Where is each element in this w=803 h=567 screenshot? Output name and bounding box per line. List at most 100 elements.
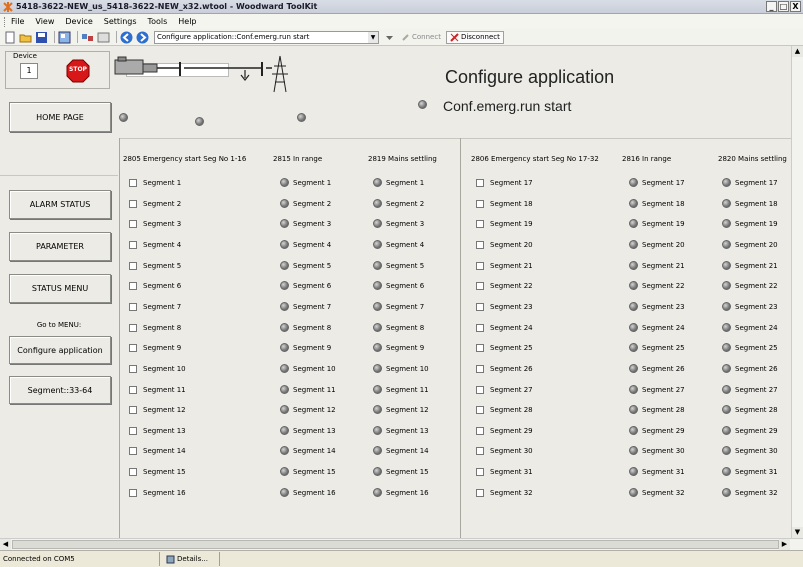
- checkbox[interactable]: [129, 178, 137, 187]
- menu-help[interactable]: Help: [178, 17, 196, 26]
- new-icon[interactable]: [3, 31, 16, 44]
- segment-checkbox[interactable]: Segment 21: [476, 260, 533, 271]
- segment-checkbox[interactable]: Segment 4: [129, 239, 181, 250]
- checkbox[interactable]: [129, 240, 137, 249]
- back-icon[interactable]: [120, 31, 133, 44]
- segment-checkbox[interactable]: Segment 25: [476, 342, 533, 353]
- segment-checkbox[interactable]: Segment 24: [476, 322, 533, 333]
- segment-checkbox[interactable]: Segment 27: [476, 384, 533, 395]
- checkbox[interactable]: [476, 240, 484, 249]
- checkbox[interactable]: [129, 446, 137, 455]
- checkbox[interactable]: [129, 261, 137, 270]
- checkbox[interactable]: [476, 364, 484, 373]
- checkbox[interactable]: [476, 405, 484, 414]
- checkbox[interactable]: [129, 385, 137, 394]
- segment-checkbox[interactable]: Segment 8: [129, 322, 181, 333]
- menu-view[interactable]: View: [35, 17, 54, 26]
- checkbox[interactable]: [476, 446, 484, 455]
- save-icon[interactable]: [35, 31, 48, 44]
- segment-checkbox[interactable]: Segment 26: [476, 363, 533, 374]
- segment-checkbox[interactable]: Segment 29: [476, 425, 533, 436]
- checkbox[interactable]: [129, 323, 137, 332]
- device-number-field[interactable]: 1: [20, 63, 38, 79]
- sheet-icon[interactable]: [58, 31, 71, 44]
- connect-button[interactable]: Connect: [401, 33, 441, 42]
- menu-file[interactable]: File: [11, 17, 24, 26]
- segment-checkbox[interactable]: Segment 32: [476, 487, 533, 498]
- checkbox[interactable]: [476, 281, 484, 290]
- scroll-thumb[interactable]: [12, 540, 779, 549]
- page-select[interactable]: Configure application::Conf.emerg.run st…: [154, 30, 379, 44]
- checkbox[interactable]: [476, 302, 484, 311]
- checkbox[interactable]: [476, 385, 484, 394]
- details-button[interactable]: Details...: [160, 552, 220, 566]
- segment-checkbox[interactable]: Segment 3: [129, 218, 181, 229]
- checkbox[interactable]: [129, 467, 137, 476]
- checkbox[interactable]: [129, 199, 137, 208]
- checkbox[interactable]: [476, 219, 484, 228]
- checkbox[interactable]: [129, 219, 137, 228]
- segment-checkbox[interactable]: Segment 15: [129, 466, 186, 477]
- segment-checkbox[interactable]: Segment 22: [476, 280, 533, 291]
- horizontal-scrollbar[interactable]: ◀ ▶: [0, 538, 803, 550]
- checkbox[interactable]: [476, 467, 484, 476]
- checkbox[interactable]: [476, 426, 484, 435]
- segment-checkbox[interactable]: Segment 16: [129, 487, 186, 498]
- open-icon[interactable]: [19, 31, 32, 44]
- stop-icon[interactable]: STOP: [66, 59, 90, 83]
- segment-checkbox[interactable]: Segment 30: [476, 445, 533, 456]
- alarm-status-button[interactable]: ALARM STATUS: [9, 190, 111, 219]
- segment-checkbox[interactable]: Segment 14: [129, 445, 186, 456]
- checkbox[interactable]: [476, 488, 484, 497]
- checkbox[interactable]: [129, 302, 137, 311]
- checkbox[interactable]: [129, 488, 137, 497]
- scroll-left-icon[interactable]: ◀: [0, 539, 11, 550]
- scroll-right-icon[interactable]: ▶: [779, 539, 790, 550]
- segment-checkbox[interactable]: Segment 17: [476, 177, 533, 188]
- segment-checkbox[interactable]: Segment 20: [476, 239, 533, 250]
- segment-checkbox[interactable]: Segment 10: [129, 363, 186, 374]
- checkbox[interactable]: [129, 426, 137, 435]
- checkbox[interactable]: [476, 178, 484, 187]
- status-menu-button[interactable]: STATUS MENU: [9, 274, 111, 303]
- scroll-up-icon[interactable]: ▲: [792, 46, 803, 57]
- checkbox[interactable]: [129, 405, 137, 414]
- minimize-button[interactable]: _: [766, 1, 777, 12]
- segment-33-64-button[interactable]: Segment::33-64: [9, 376, 111, 404]
- maximize-button[interactable]: □: [778, 1, 789, 12]
- forward-icon[interactable]: [136, 31, 149, 44]
- segment-checkbox[interactable]: Segment 18: [476, 198, 533, 209]
- menu-settings[interactable]: Settings: [104, 17, 137, 26]
- network-icon[interactable]: [81, 31, 94, 44]
- checkbox[interactable]: [476, 261, 484, 270]
- segment-checkbox[interactable]: Segment 2: [129, 198, 181, 209]
- window-icon[interactable]: [97, 31, 110, 44]
- segment-checkbox[interactable]: Segment 6: [129, 280, 181, 291]
- segment-checkbox[interactable]: Segment 12: [129, 404, 186, 415]
- segment-checkbox[interactable]: Segment 19: [476, 218, 533, 229]
- menu-tools[interactable]: Tools: [148, 17, 168, 26]
- segment-checkbox[interactable]: Segment 31: [476, 466, 533, 477]
- checkbox[interactable]: [476, 199, 484, 208]
- home-page-button[interactable]: HOME PAGE: [9, 102, 111, 132]
- configure-application-button[interactable]: Configure application: [9, 336, 111, 364]
- checkbox[interactable]: [129, 364, 137, 373]
- segment-checkbox[interactable]: Segment 1: [129, 177, 181, 188]
- menu-device[interactable]: Device: [65, 17, 92, 26]
- checkbox[interactable]: [129, 281, 137, 290]
- checkbox[interactable]: [129, 343, 137, 352]
- segment-checkbox[interactable]: Segment 9: [129, 342, 181, 353]
- segment-checkbox[interactable]: Segment 28: [476, 404, 533, 415]
- scroll-down-icon[interactable]: ▼: [792, 527, 803, 538]
- disconnect-button[interactable]: Disconnect: [445, 30, 504, 44]
- close-button[interactable]: X: [790, 1, 801, 12]
- checkbox[interactable]: [476, 343, 484, 352]
- vertical-scrollbar[interactable]: ▲ ▼: [791, 46, 803, 538]
- segment-checkbox[interactable]: Segment 7: [129, 301, 181, 312]
- segment-checkbox[interactable]: Segment 11: [129, 384, 186, 395]
- checkbox[interactable]: [476, 323, 484, 332]
- segment-checkbox[interactable]: Segment 23: [476, 301, 533, 312]
- segment-checkbox[interactable]: Segment 13: [129, 425, 186, 436]
- chevron-down-icon[interactable]: ▼: [368, 31, 378, 43]
- parameter-button[interactable]: PARAMETER: [9, 232, 111, 261]
